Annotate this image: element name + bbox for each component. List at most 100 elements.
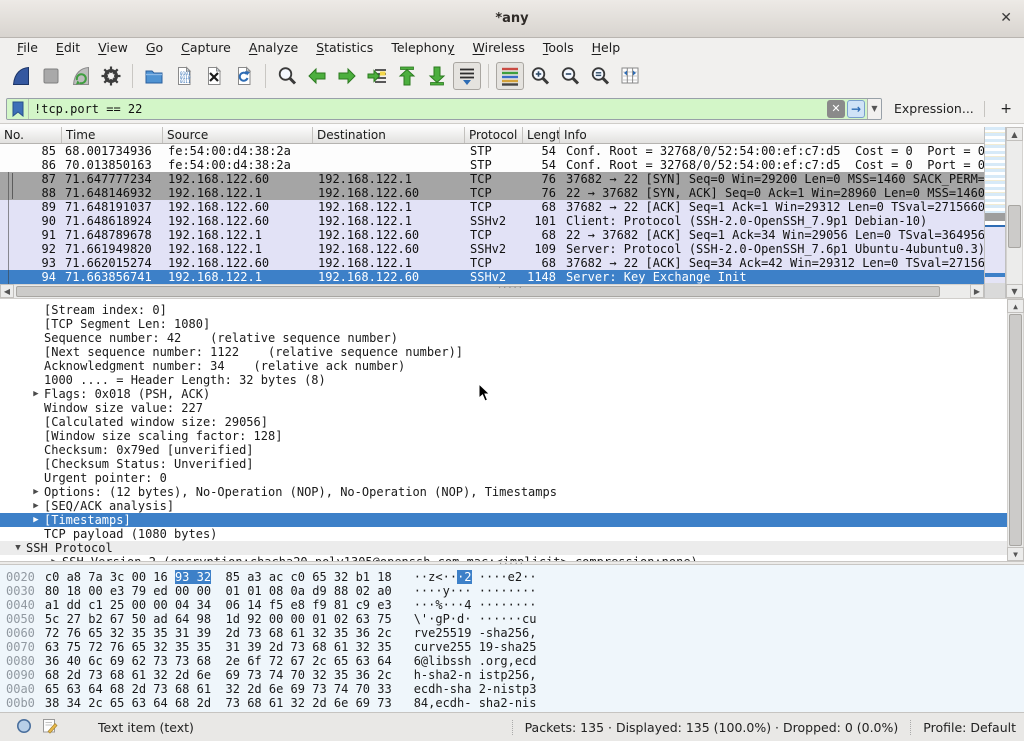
packet-row-93[interactable]: 9371.662015274192.168.122.60192.168.122.… <box>0 256 984 270</box>
hex-row-0090[interactable]: 009068 2d 73 68 61 32 2d 6e 69 73 74 70 … <box>6 668 1024 682</box>
column-header-protocol[interactable]: Protocol <box>465 127 523 143</box>
scroll-right-icon[interactable]: ▶ <box>970 284 984 298</box>
colorize-icon[interactable] <box>496 62 524 90</box>
menu-analyze[interactable]: Analyze <box>240 40 307 55</box>
packet-row-90[interactable]: 9071.648618924192.168.122.60192.168.122.… <box>0 214 984 228</box>
menu-wireless[interactable]: Wireless <box>464 40 534 55</box>
detail-row[interactable]: Window size value: 227 <box>0 401 1024 415</box>
menu-help[interactable]: Help <box>583 40 630 55</box>
detail-row[interactable]: [TCP Segment Len: 1080] <box>0 317 1024 331</box>
capture-comment-icon[interactable] <box>42 718 58 737</box>
hex-row-0060[interactable]: 006072 76 65 32 35 35 31 39 2d 73 68 61 … <box>6 626 1024 640</box>
detail-row[interactable]: ▶[Timestamps] <box>0 513 1024 527</box>
reload-file-icon[interactable] <box>230 62 258 90</box>
open-file-icon[interactable] <box>140 62 168 90</box>
scroll-down-icon[interactable]: ▼ <box>1007 547 1024 561</box>
menu-view[interactable]: View <box>89 40 137 55</box>
expert-info-icon[interactable] <box>16 718 32 737</box>
bookmark-icon[interactable] <box>7 99 29 119</box>
menu-telephony[interactable]: Telephony <box>382 40 463 55</box>
detail-row[interactable]: Checksum: 0x79ed [unverified] <box>0 443 1024 457</box>
profile-status[interactable]: Profile: Default <box>910 720 1024 735</box>
menu-edit[interactable]: Edit <box>47 40 89 55</box>
hex-row-0030[interactable]: 003080 18 00 e3 79 ed 00 00 01 01 08 0a … <box>6 584 1024 598</box>
detail-row[interactable]: [Calculated window size: 29056] <box>0 415 1024 429</box>
packet-row-94[interactable]: 9471.663856741192.168.122.1192.168.122.6… <box>0 270 984 284</box>
apply-filter-icon[interactable]: → <box>847 100 865 118</box>
detail-row[interactable]: ▶Options: (12 bytes), No-Operation (NOP)… <box>0 485 1024 499</box>
zoom-reset-icon[interactable] <box>586 62 614 90</box>
expression-button[interactable]: Expression... <box>894 101 974 116</box>
packet-row-85[interactable]: 8568.001734936fe:54:00:d4:38:2aSTP54Conf… <box>0 144 984 158</box>
menu-tools[interactable]: Tools <box>534 40 583 55</box>
detail-row[interactable]: Acknowledgment number: 34 (relative ack … <box>0 359 1024 373</box>
scroll-up-icon[interactable]: ▲ <box>1006 127 1023 141</box>
add-filter-button[interactable]: + <box>994 101 1018 117</box>
scrollbar-thumb[interactable] <box>1008 205 1021 248</box>
pane-splitter-handle[interactable]: ····· <box>498 283 524 294</box>
menu-go[interactable]: Go <box>137 40 172 55</box>
menu-file[interactable]: File <box>8 40 47 55</box>
go-previous-icon[interactable] <box>303 62 331 90</box>
column-header-time[interactable]: Time <box>62 127 163 143</box>
detail-row[interactable]: ▶[SEQ/ACK analysis] <box>0 499 1024 513</box>
hex-row-00b0[interactable]: 00b038 34 2c 65 63 64 68 2d 73 68 61 32 … <box>6 696 1024 710</box>
go-first-icon[interactable] <box>393 62 421 90</box>
save-file-icon[interactable]: 010101100111 <box>170 62 198 90</box>
collapse-icon[interactable]: ▼ <box>10 541 26 555</box>
packet-minimap[interactable] <box>984 127 1006 298</box>
hex-row-00a0[interactable]: 00a065 63 64 68 2d 73 68 61 32 2d 6e 69 … <box>6 682 1024 696</box>
packet-list-scrollbar[interactable]: ▲ ▼ <box>1006 127 1023 298</box>
title-bar[interactable]: *any ✕ <box>0 0 1024 38</box>
stop-capture-icon[interactable] <box>37 62 65 90</box>
detail-row[interactable]: Urgent pointer: 0 <box>0 471 1024 485</box>
zoom-out-icon[interactable] <box>556 62 584 90</box>
expand-icon[interactable]: ▶ <box>28 485 44 499</box>
hex-row-0070[interactable]: 007063 75 72 76 65 32 35 35 31 39 2d 73 … <box>6 640 1024 654</box>
horizontal-scrollbar[interactable]: ◀ ▶ <box>0 284 984 298</box>
filter-dropdown-icon[interactable]: ▼ <box>867 99 881 119</box>
hex-row-0020[interactable]: 0020c0 a8 7a 3c 00 16 93 32 85 a3 ac c0 … <box>6 570 1024 584</box>
expand-icon[interactable]: ▶ <box>28 499 44 513</box>
close-file-icon[interactable] <box>200 62 228 90</box>
menu-capture[interactable]: Capture <box>172 40 240 55</box>
expand-icon[interactable]: ▶ <box>46 555 62 561</box>
packet-row-92[interactable]: 9271.661949820192.168.122.1192.168.122.6… <box>0 242 984 256</box>
packet-row-89[interactable]: 8971.648191037192.168.122.60192.168.122.… <box>0 200 984 214</box>
detail-row[interactable]: [Stream index: 0] <box>0 303 1024 317</box>
packet-row-87[interactable]: 8771.647777234192.168.122.60192.168.122.… <box>0 172 984 186</box>
scroll-down-icon[interactable]: ▼ <box>1006 284 1023 298</box>
scrollbar-thumb[interactable] <box>16 286 940 297</box>
column-header-destination[interactable]: Destination <box>313 127 465 143</box>
close-icon[interactable]: ✕ <box>1000 10 1012 26</box>
detail-row[interactable]: ▶SSH Version 2 (encryption:chacha20-poly… <box>0 555 1024 561</box>
go-to-packet-icon[interactable] <box>363 62 391 90</box>
detail-row[interactable]: TCP payload (1080 bytes) <box>0 527 1024 541</box>
hex-row-0040[interactable]: 0040a1 dd c1 25 00 00 04 34 06 14 f5 e8 … <box>6 598 1024 612</box>
restart-capture-icon[interactable] <box>67 62 95 90</box>
detail-row[interactable]: Sequence number: 42 (relative sequence n… <box>0 331 1024 345</box>
column-header-info[interactable]: Info <box>560 127 984 143</box>
clear-filter-icon[interactable]: ✕ <box>827 100 845 118</box>
scrollbar-thumb[interactable] <box>1009 314 1022 546</box>
packet-row-88[interactable]: 8871.648146932192.168.122.1192.168.122.6… <box>0 186 984 200</box>
column-header-no[interactable]: No. <box>0 127 62 143</box>
resize-columns-icon[interactable] <box>616 62 644 90</box>
start-capture-icon[interactable] <box>7 62 35 90</box>
auto-scroll-icon[interactable] <box>453 62 481 90</box>
detail-row[interactable]: [Checksum Status: Unverified] <box>0 457 1024 471</box>
details-scrollbar[interactable]: ▲ ▼ <box>1007 299 1024 561</box>
go-next-icon[interactable] <box>333 62 361 90</box>
zoom-in-icon[interactable] <box>526 62 554 90</box>
packet-row-86[interactable]: 8670.013850163fe:54:00:d4:38:2aSTP54Conf… <box>0 158 984 172</box>
scroll-up-icon[interactable]: ▲ <box>1007 299 1024 313</box>
filter-field[interactable]: ✕ → ▼ <box>6 98 882 120</box>
detail-row[interactable]: 1000 .... = Header Length: 32 bytes (8) <box>0 373 1024 387</box>
expand-icon[interactable]: ▶ <box>28 513 44 527</box>
scroll-left-icon[interactable]: ◀ <box>0 284 14 298</box>
hex-row-0080[interactable]: 008036 40 6c 69 62 73 73 68 2e 6f 72 67 … <box>6 654 1024 668</box>
capture-options-icon[interactable] <box>97 62 125 90</box>
packet-row-91[interactable]: 9171.648789678192.168.122.1192.168.122.6… <box>0 228 984 242</box>
go-last-icon[interactable] <box>423 62 451 90</box>
menu-statistics[interactable]: Statistics <box>307 40 382 55</box>
